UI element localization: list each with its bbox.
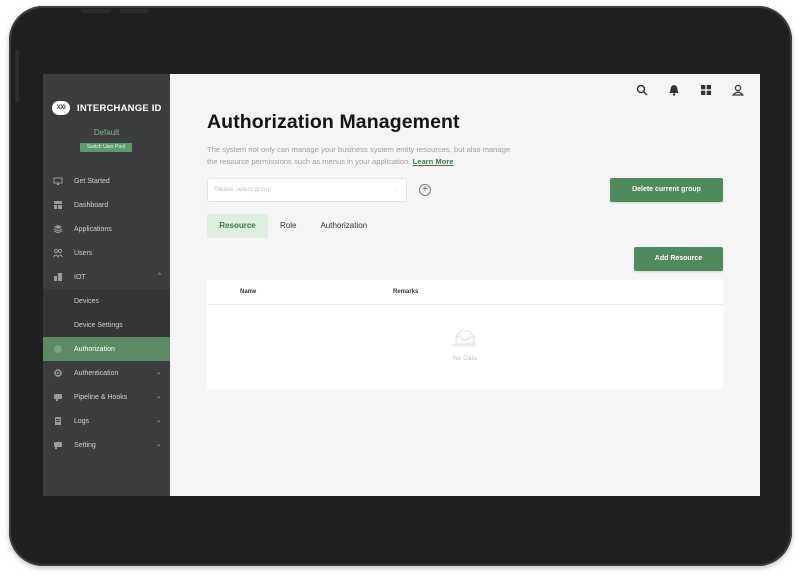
sidebar-item-label: Applications: [74, 225, 112, 233]
learn-more-link[interactable]: Learn More: [413, 157, 454, 166]
sidebar-nav: Get Started Dashboard Applications Users: [43, 169, 170, 457]
brand[interactable]: XXI INTERCHANGE ID: [52, 101, 162, 115]
delete-group-button[interactable]: Delete current group: [610, 178, 723, 202]
brand-name: INTERCHANGE ID: [77, 102, 162, 114]
add-group-icon[interactable]: +: [419, 184, 431, 196]
sidebar-item-logs[interactable]: Logs ⌄: [43, 409, 170, 433]
description-text: The system not only can manage your busi…: [207, 145, 511, 166]
chevron-down-icon: ⌄: [155, 442, 161, 448]
gear-icon: [53, 368, 63, 378]
rocket-icon: [53, 176, 63, 186]
sidebar-item-label: IOT: [74, 273, 86, 281]
shield-icon: [53, 344, 63, 354]
sidebar-item-pipeline-hooks[interactable]: Pipeline & Hooks ⌄: [43, 385, 170, 409]
sidebar-item-label: Devices: [74, 297, 99, 305]
hardware-button: [119, 9, 149, 13]
sidebar-item-label: Get Started: [74, 177, 110, 185]
sidebar-item-setting[interactable]: Setting ⌄: [43, 433, 170, 457]
add-resource-button[interactable]: Add Resource: [634, 247, 723, 271]
sidebar-item-device-settings[interactable]: Device Settings: [43, 313, 170, 337]
bell-icon[interactable]: [668, 83, 680, 96]
settings-icon: [53, 440, 63, 450]
tenant-name: Default: [93, 128, 120, 137]
chevron-down-icon: ⌄: [393, 187, 399, 193]
sidebar-item-applications[interactable]: Applications: [43, 217, 170, 241]
chevron-down-icon: ⌄: [155, 370, 161, 376]
empty-state: No Data: [207, 328, 723, 362]
page-description: The system not only can manage your busi…: [207, 144, 517, 168]
group-select[interactable]: Please select group ⌄: [207, 178, 407, 202]
sidebar-item-label: Authorization: [74, 345, 115, 353]
document-icon: [53, 416, 63, 426]
sidebar-item-label: Authentication: [74, 369, 119, 377]
pipeline-icon: [53, 392, 63, 402]
tab-role[interactable]: Role: [268, 214, 308, 238]
chevron-down-icon: ⌄: [155, 394, 161, 400]
sidebar-item-authorization[interactable]: Authorization: [43, 337, 170, 361]
building-icon: [53, 272, 63, 282]
sidebar-item-iot[interactable]: IOT ^: [43, 265, 170, 289]
apps-grid-icon[interactable]: [700, 83, 712, 95]
tab-resource[interactable]: Resource: [207, 214, 268, 238]
app-screen: XXI INTERCHANGE ID Default Switch User P…: [43, 74, 760, 496]
sidebar-item-label: Pipeline & Hooks: [74, 393, 128, 401]
logo-icon: XXI: [52, 101, 70, 115]
sidebar-item-label: Setting: [74, 441, 96, 449]
sidebar-item-users[interactable]: Users: [43, 241, 170, 265]
search-icon[interactable]: [636, 83, 648, 96]
chevron-up-icon: ^: [158, 273, 161, 279]
sidebar-item-authentication[interactable]: Authentication ⌄: [43, 361, 170, 385]
sidebar-item-label: Users: [74, 249, 93, 257]
column-header-remarks: Remarks: [393, 289, 419, 295]
sidebar-item-label: Logs: [74, 417, 90, 425]
empty-state-text: No Data: [453, 355, 477, 362]
user-icon[interactable]: [731, 83, 745, 96]
tab-bar: Resource Role Authorization: [207, 214, 379, 238]
dashboard-icon: [53, 200, 63, 210]
empty-inbox-icon: [452, 330, 478, 348]
group-select-placeholder: Please select group: [214, 186, 272, 193]
table-header: Name Remarks: [207, 280, 723, 305]
column-header-name: Name: [240, 289, 257, 295]
layers-icon: [53, 224, 63, 234]
resource-table: Name Remarks No Data: [207, 280, 723, 389]
page-title: Authorization Management: [207, 111, 460, 133]
sidebar-item-devices[interactable]: Devices: [43, 289, 170, 313]
users-icon: [53, 248, 63, 258]
tab-authorization[interactable]: Authorization: [308, 214, 379, 238]
hardware-button: [15, 50, 19, 102]
sidebar-item-label: Dashboard: [74, 201, 109, 209]
switch-user-pool-badge[interactable]: Switch User Pool: [80, 143, 132, 152]
sidebar-item-dashboard[interactable]: Dashboard: [43, 193, 170, 217]
sidebar-item-label: Device Settings: [74, 321, 123, 329]
hardware-button: [81, 9, 111, 13]
sidebar-item-get-started[interactable]: Get Started: [43, 169, 170, 193]
sidebar: XXI INTERCHANGE ID Default Switch User P…: [43, 74, 170, 496]
chevron-down-icon: ⌄: [155, 418, 161, 424]
